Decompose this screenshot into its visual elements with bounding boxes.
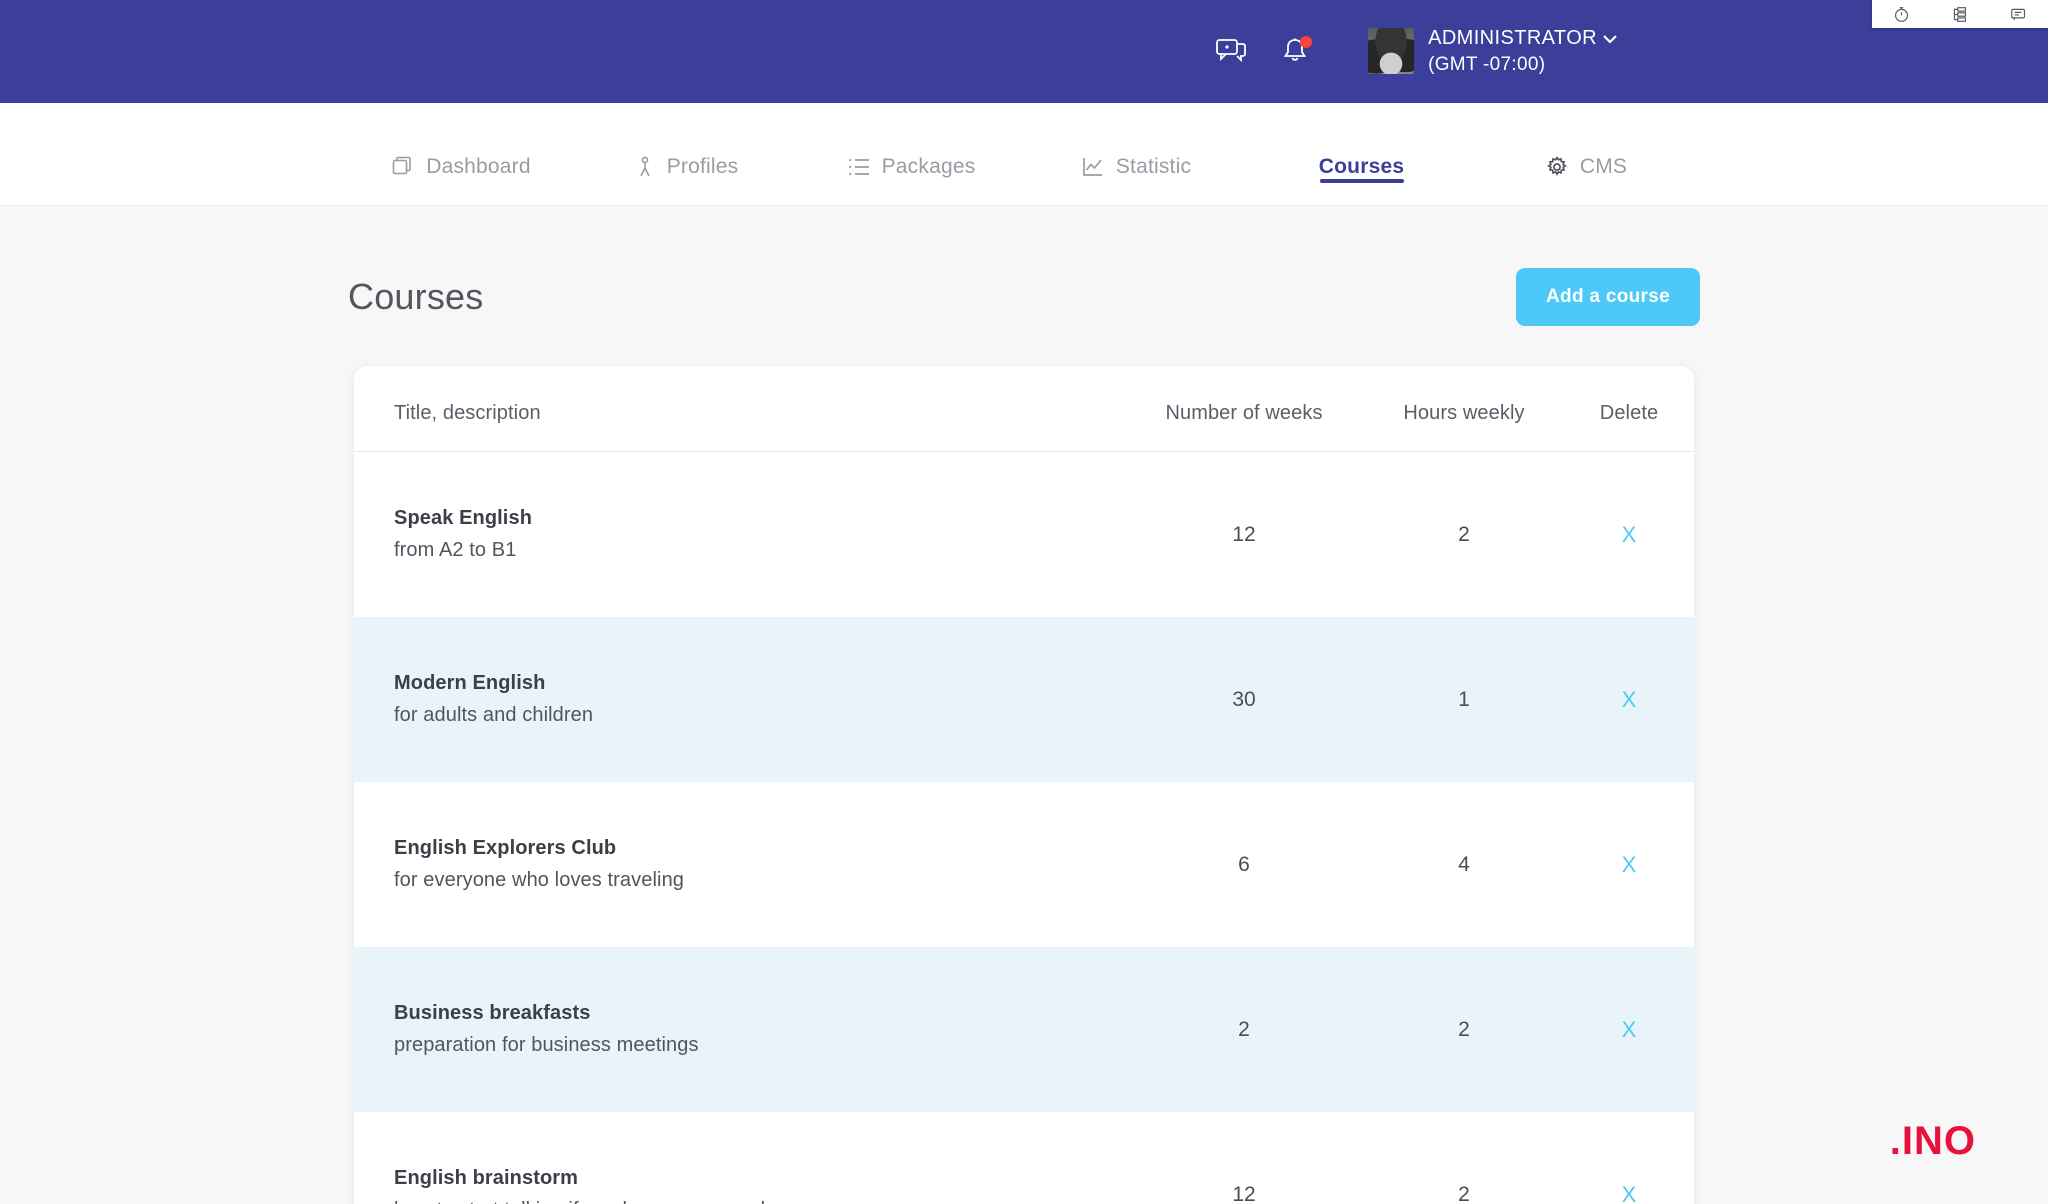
nav-label: CMS	[1579, 155, 1628, 178]
user-timezone-label: (GMT -07:00)	[1428, 54, 1546, 76]
avatar	[1368, 28, 1415, 75]
nav-item-packages[interactable]: Packages	[799, 103, 1024, 205]
table-row[interactable]: Modern English for adults and children 3…	[354, 617, 1694, 782]
course-info-cell: Speak English from A2 to B1	[394, 489, 1124, 580]
copy-stack-icon	[392, 156, 414, 178]
nav-item-profiles[interactable]: Profiles	[574, 103, 799, 205]
user-name-row: ADMINISTRATOR	[1428, 25, 1618, 52]
delete-cell: X	[1564, 1017, 1694, 1043]
table-row[interactable]: English brainstorm how to start talking …	[354, 1112, 1694, 1204]
page-content: Courses Add a course Title, description …	[0, 206, 2048, 1204]
course-hours: 2	[1458, 522, 1470, 546]
course-weeks: 12	[1232, 1182, 1256, 1204]
table-row[interactable]: Business breakfasts preparation for busi…	[354, 947, 1694, 1112]
column-header-hours: Hours weekly	[1403, 402, 1525, 424]
course-info-cell: Modern English for adults and children	[394, 654, 1124, 745]
nav-item-dashboard[interactable]: Dashboard	[349, 103, 574, 205]
course-hours: 1	[1458, 687, 1470, 711]
active-tab-indicator	[1319, 179, 1404, 183]
chevron-down-icon	[1603, 34, 1617, 44]
floating-toolbar	[1872, 0, 2048, 28]
user-info: ADMINISTRATOR (GMT -07:00)	[1428, 25, 1618, 78]
nav-item-cms[interactable]: CMS	[1474, 103, 1699, 205]
hierarchy-icon[interactable]	[1951, 6, 1968, 23]
header-tools: ADMINISTRATOR (GMT -07:00)	[1214, 25, 1618, 78]
course-description: how to start talking if you have never s…	[394, 1199, 1124, 1204]
course-weeks: 30	[1232, 687, 1256, 711]
gear-icon	[1546, 156, 1568, 178]
column-header-delete: Delete	[1599, 402, 1659, 424]
column-header-title: Title, description	[394, 402, 541, 424]
nav-label: Profiles	[666, 155, 739, 178]
table-row[interactable]: English Explorers Club for everyone who …	[354, 782, 1694, 947]
course-hours: 2	[1458, 1017, 1470, 1041]
delete-course-button[interactable]: X	[1622, 522, 1637, 548]
nav-label: Packages	[881, 155, 976, 178]
course-info-cell: Business breakfasts preparation for busi…	[394, 984, 1124, 1075]
course-weeks: 12	[1232, 522, 1256, 546]
top-header-bar: ADMINISTRATOR (GMT -07:00)	[0, 0, 2048, 103]
nav-label: Dashboard	[426, 155, 531, 178]
list-icon	[848, 157, 870, 177]
main-navigation: Dashboard Profiles Packages Statistic Co…	[0, 103, 2048, 206]
course-title: Modern English	[394, 672, 546, 694]
nav-item-courses[interactable]: Courses	[1249, 103, 1474, 205]
nav-label: Statistic	[1115, 155, 1192, 178]
delete-course-button[interactable]: X	[1622, 1182, 1637, 1204]
course-title: English Explorers Club	[394, 837, 617, 859]
page-header: Courses Add a course	[348, 206, 1700, 326]
stopwatch-icon[interactable]	[1893, 6, 1910, 23]
course-description: for adults and children	[394, 704, 594, 726]
person-icon	[635, 156, 655, 178]
course-hours: 2	[1458, 1182, 1470, 1204]
course-weeks: 2	[1238, 1017, 1250, 1041]
course-info-cell: English brainstorm how to start talking …	[394, 1149, 1124, 1204]
course-weeks: 6	[1238, 852, 1250, 876]
user-name-label: ADMINISTRATOR	[1428, 27, 1597, 50]
delete-course-button[interactable]: X	[1622, 687, 1637, 713]
course-description: for everyone who loves traveling	[394, 869, 685, 891]
delete-course-button[interactable]: X	[1622, 1017, 1637, 1043]
chart-line-icon	[1082, 156, 1104, 178]
delete-course-button[interactable]: X	[1622, 852, 1637, 878]
course-title: Speak English	[394, 507, 533, 529]
notification-badge-dot	[1300, 36, 1313, 49]
user-menu[interactable]: ADMINISTRATOR (GMT -07:00)	[1368, 25, 1618, 78]
delete-cell: X	[1564, 687, 1694, 713]
column-header-weeks: Number of weeks	[1165, 402, 1323, 424]
delete-cell: X	[1564, 852, 1694, 878]
course-title: English brainstorm	[394, 1167, 579, 1189]
table-row[interactable]: Speak English from A2 to B1 12 2 X	[354, 452, 1694, 617]
course-description: preparation for business meetings	[394, 1034, 699, 1056]
comment-icon[interactable]	[2010, 6, 2027, 23]
course-title: Business breakfasts	[394, 1002, 591, 1024]
ino-watermark-logo: .INO	[1889, 1119, 1976, 1163]
table-header-row: Title, description Number of weeks Hours…	[354, 366, 1694, 452]
courses-table-card: Title, description Number of weeks Hours…	[354, 366, 1694, 1204]
nav-label: Courses	[1318, 155, 1405, 178]
course-description: from A2 to B1	[394, 539, 517, 561]
delete-cell: X	[1564, 1182, 1694, 1204]
page-title: Courses	[348, 276, 484, 317]
course-hours: 4	[1458, 852, 1470, 876]
chat-bubble-icon[interactable]	[1214, 34, 1248, 68]
nav-item-statistic[interactable]: Statistic	[1024, 103, 1249, 205]
course-info-cell: English Explorers Club for everyone who …	[394, 819, 1124, 910]
bell-icon[interactable]	[1278, 34, 1313, 68]
add-course-button[interactable]: Add a course	[1516, 268, 1700, 326]
delete-cell: X	[1564, 522, 1694, 548]
